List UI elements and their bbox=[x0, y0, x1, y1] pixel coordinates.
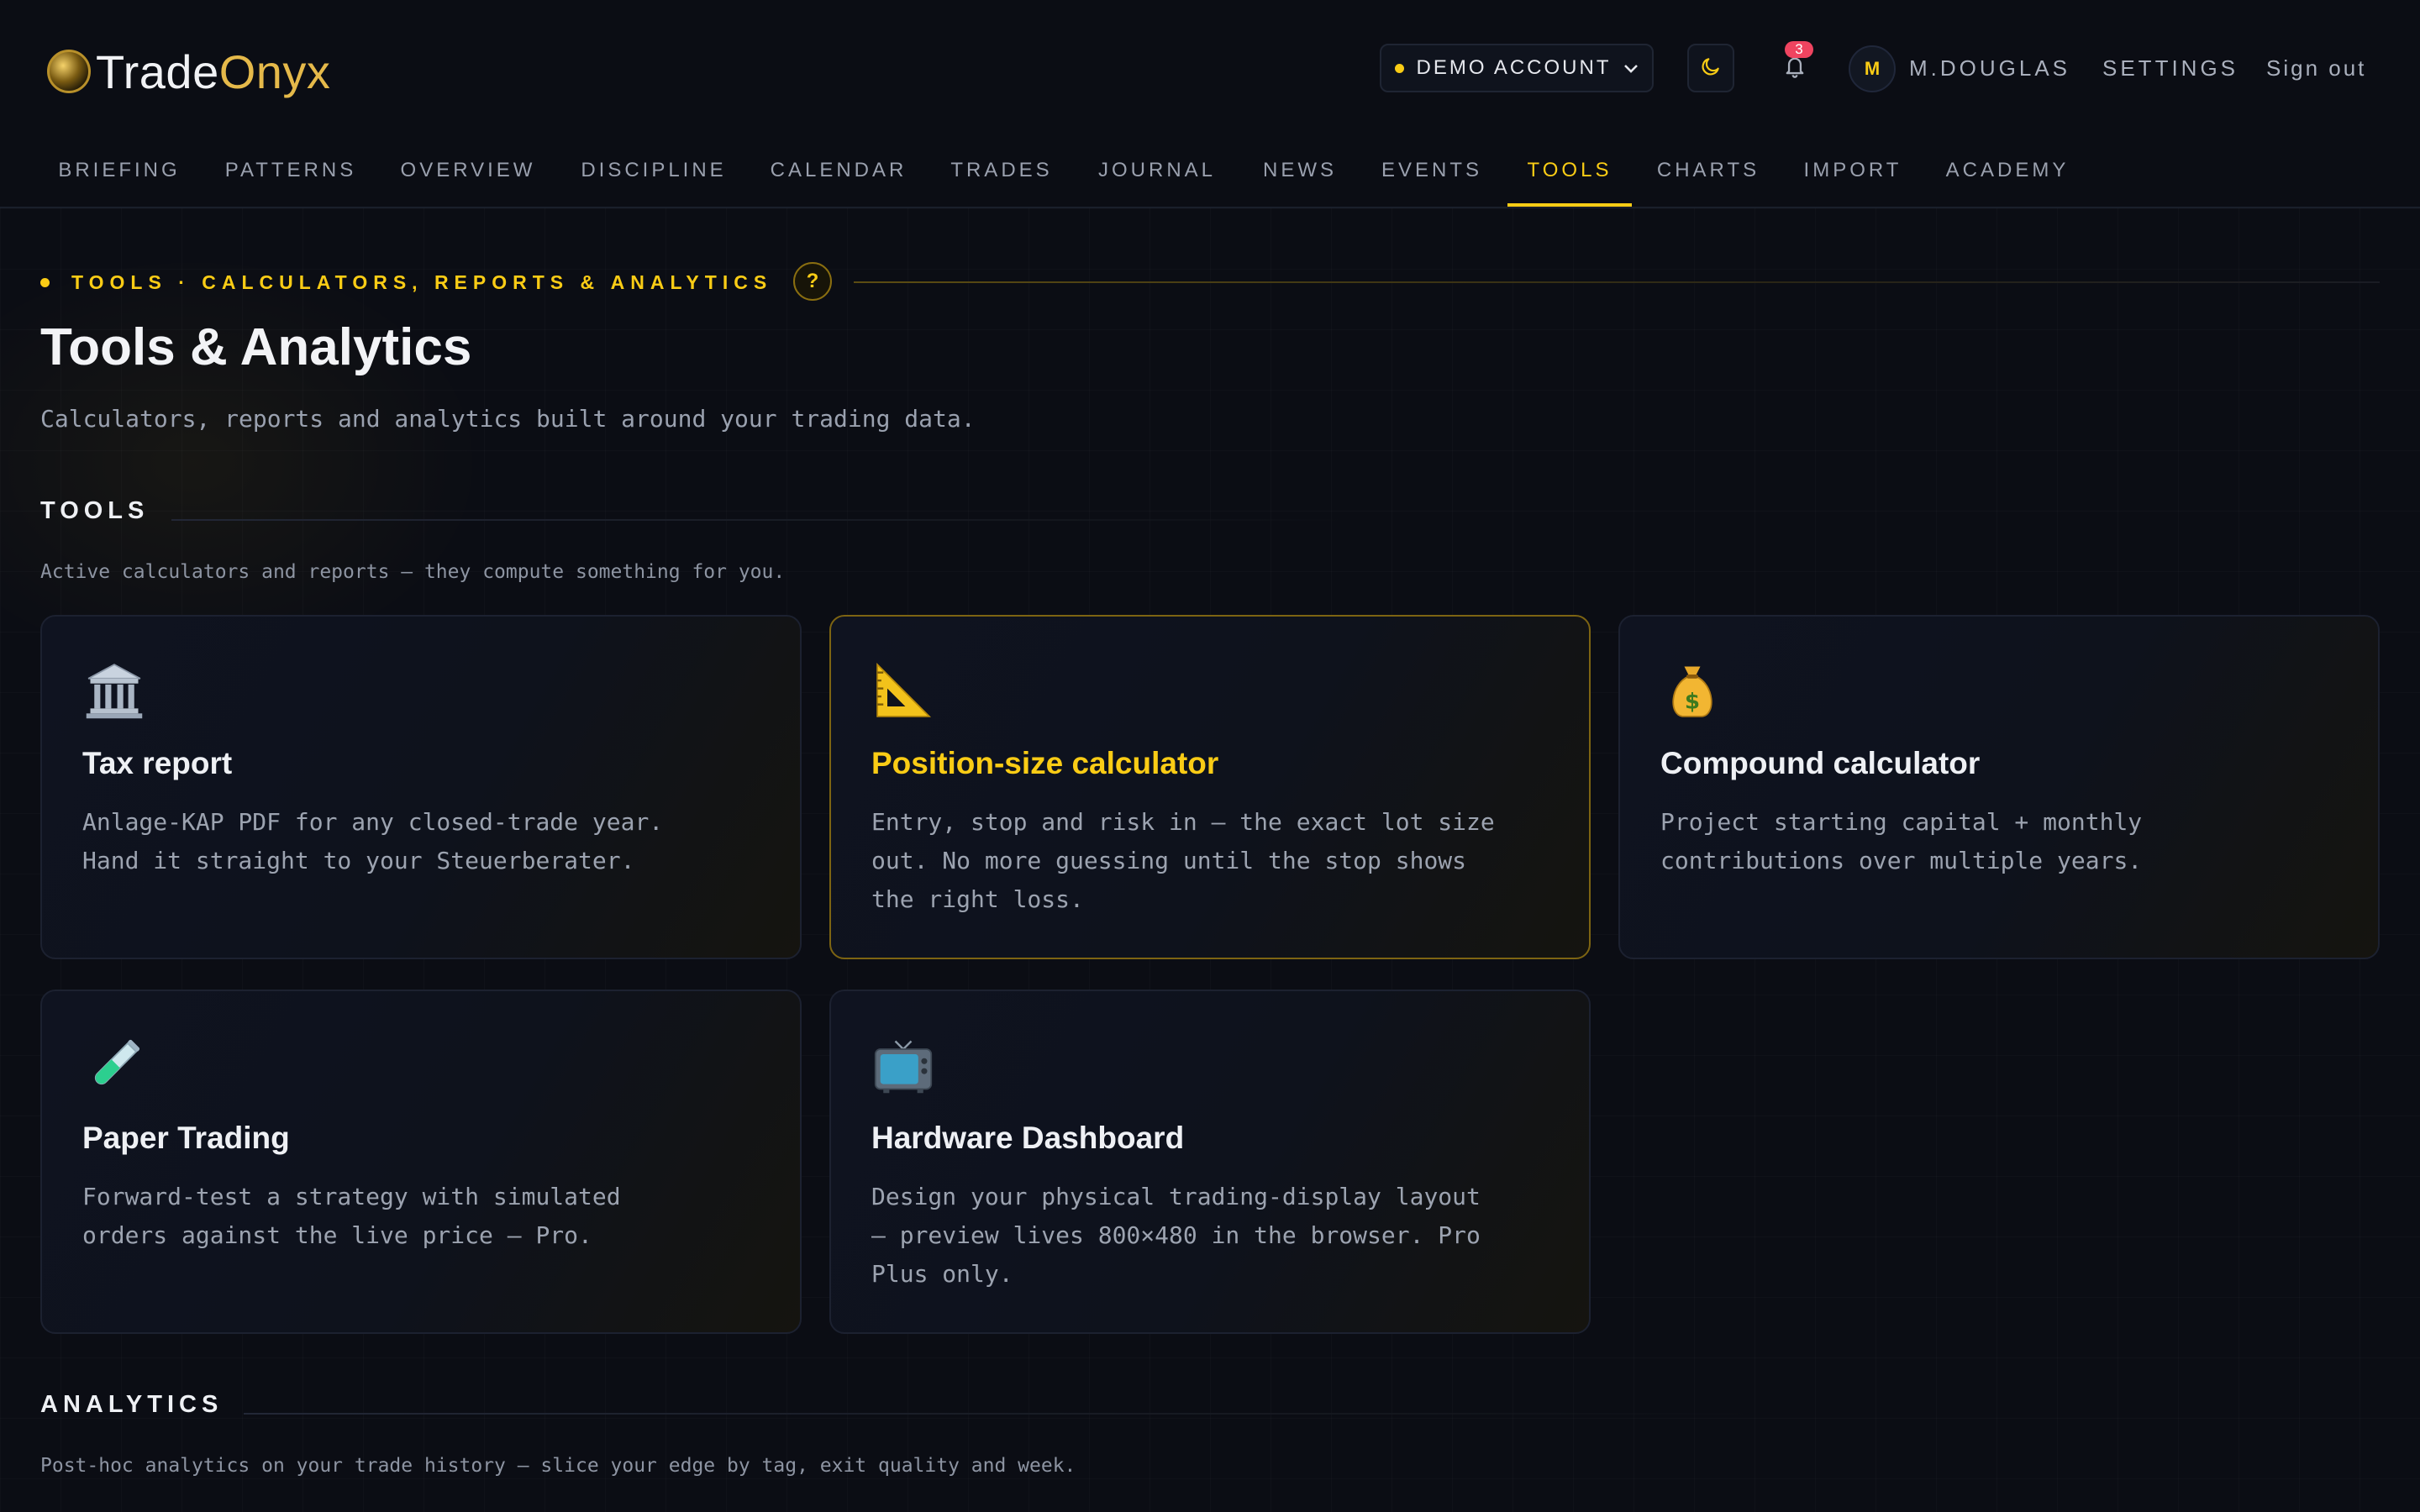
card-title: Tax report bbox=[82, 746, 233, 780]
card-title: Paper Trading bbox=[82, 1121, 290, 1155]
tab-import[interactable]: IMPORT bbox=[1793, 139, 1912, 207]
tab-academy[interactable]: ACADEMY bbox=[1934, 139, 2081, 207]
eyebrow-text: TOOLS · CALCULATORS, REPORTS & ANALYTICS bbox=[71, 270, 773, 293]
theme-toggle-button[interactable] bbox=[1687, 44, 1734, 92]
username-link[interactable]: M.DOUGLAS bbox=[1909, 55, 2070, 81]
card-title: Compound calculator bbox=[1660, 746, 1981, 780]
tab-news[interactable]: NEWS bbox=[1247, 139, 1353, 207]
card-description: Anlage-KAP PDF for any closed-trade year… bbox=[82, 808, 664, 874]
card-title: Position-size calculator bbox=[871, 746, 1219, 780]
avatar[interactable]: M bbox=[1849, 45, 1896, 92]
account-status-dot bbox=[1395, 63, 1405, 73]
tab-trades[interactable]: TRADES bbox=[938, 139, 1065, 207]
card-description: Design your physical trading-display lay… bbox=[871, 1183, 1481, 1288]
tab-overview[interactable]: OVERVIEW bbox=[386, 139, 550, 207]
bank-icon bbox=[82, 659, 146, 722]
bell-icon bbox=[1783, 54, 1807, 82]
logo-mark-icon bbox=[47, 50, 91, 93]
logo-text: TradeOnyx bbox=[96, 45, 330, 99]
television-icon bbox=[871, 1033, 935, 1097]
sign-out-link[interactable]: Sign out bbox=[2266, 55, 2366, 81]
card-title: Hardware Dashboard bbox=[871, 1121, 1185, 1155]
tab-briefing[interactable]: BRIEFING bbox=[40, 139, 198, 207]
tools-section-description: Active calculators and reports — they co… bbox=[40, 561, 786, 583]
notifications-count-badge: 3 bbox=[1785, 41, 1813, 58]
tool-card-hardware-dashboard[interactable]: Hardware Dashboard Design your physical … bbox=[829, 990, 1591, 1334]
tab-events[interactable]: EVENTS bbox=[1370, 139, 1494, 207]
logo-text-trade: Trade bbox=[96, 45, 219, 98]
card-description: Entry, stop and risk in — the exact lot … bbox=[871, 808, 1495, 913]
page-title: Tools & Analytics bbox=[40, 318, 472, 376]
tab-tools[interactable]: TOOLS bbox=[1507, 139, 1632, 207]
tools-section-title: TOOLS bbox=[40, 497, 150, 524]
settings-link[interactable]: SETTINGS bbox=[2102, 55, 2238, 81]
money-bag-icon: $ bbox=[1660, 659, 1724, 722]
main-nav: BRIEFING PATTERNS OVERVIEW DISCIPLINE CA… bbox=[0, 139, 2420, 208]
tool-card-compound-calculator[interactable]: $ Compound calculator Project starting c… bbox=[1618, 615, 2380, 959]
analytics-section-divider bbox=[244, 1413, 1756, 1415]
svg-text:$: $ bbox=[1685, 689, 1700, 714]
tab-calendar[interactable]: CALENDAR bbox=[756, 139, 921, 207]
account-switcher[interactable]: DEMO ACCOUNT bbox=[1380, 44, 1654, 92]
tools-section-divider bbox=[171, 519, 1348, 521]
help-button[interactable]: ? bbox=[793, 262, 832, 301]
analytics-section-title: ANALYTICS bbox=[40, 1391, 224, 1418]
triangle-ruler-icon bbox=[871, 659, 935, 722]
chevron-down-icon bbox=[1623, 57, 1639, 79]
tab-patterns[interactable]: PATTERNS bbox=[213, 139, 368, 207]
tool-card-tax-report[interactable]: Tax report Anlage-KAP PDF for any closed… bbox=[40, 615, 802, 959]
logo[interactable]: TradeOnyx bbox=[47, 42, 330, 101]
logo-text-onyx: Onyx bbox=[218, 45, 331, 98]
card-description: Project starting capital + monthly contr… bbox=[1660, 808, 2143, 874]
analytics-section-description: Post-hoc analytics on your trade history… bbox=[40, 1455, 1076, 1477]
background-glow bbox=[0, 252, 487, 672]
eyebrow-divider bbox=[854, 281, 2380, 283]
page-eyebrow: TOOLS · CALCULATORS, REPORTS & ANALYTICS bbox=[40, 265, 772, 299]
test-tube-icon bbox=[82, 1033, 146, 1097]
top-bar: TradeOnyx DEMO ACCOUNT 3 M M.DOUGLAS SET… bbox=[0, 0, 2420, 139]
tool-card-position-size-calculator[interactable]: Position-size calculator Entry, stop and… bbox=[829, 615, 1591, 959]
tab-journal[interactable]: JOURNAL bbox=[1084, 139, 1230, 207]
tool-card-paper-trading[interactable]: Paper Trading Forward-test a strategy wi… bbox=[40, 990, 802, 1334]
eyebrow-dot bbox=[40, 277, 50, 287]
tab-discipline[interactable]: DISCIPLINE bbox=[567, 139, 740, 207]
moon-icon bbox=[1700, 55, 1722, 81]
tab-charts[interactable]: CHARTS bbox=[1649, 139, 1768, 207]
page-subtitle: Calculators, reports and analytics built… bbox=[40, 405, 976, 433]
account-label: DEMO ACCOUNT bbox=[1416, 56, 1612, 79]
card-description: Forward-test a strategy with simulated o… bbox=[82, 1183, 621, 1249]
